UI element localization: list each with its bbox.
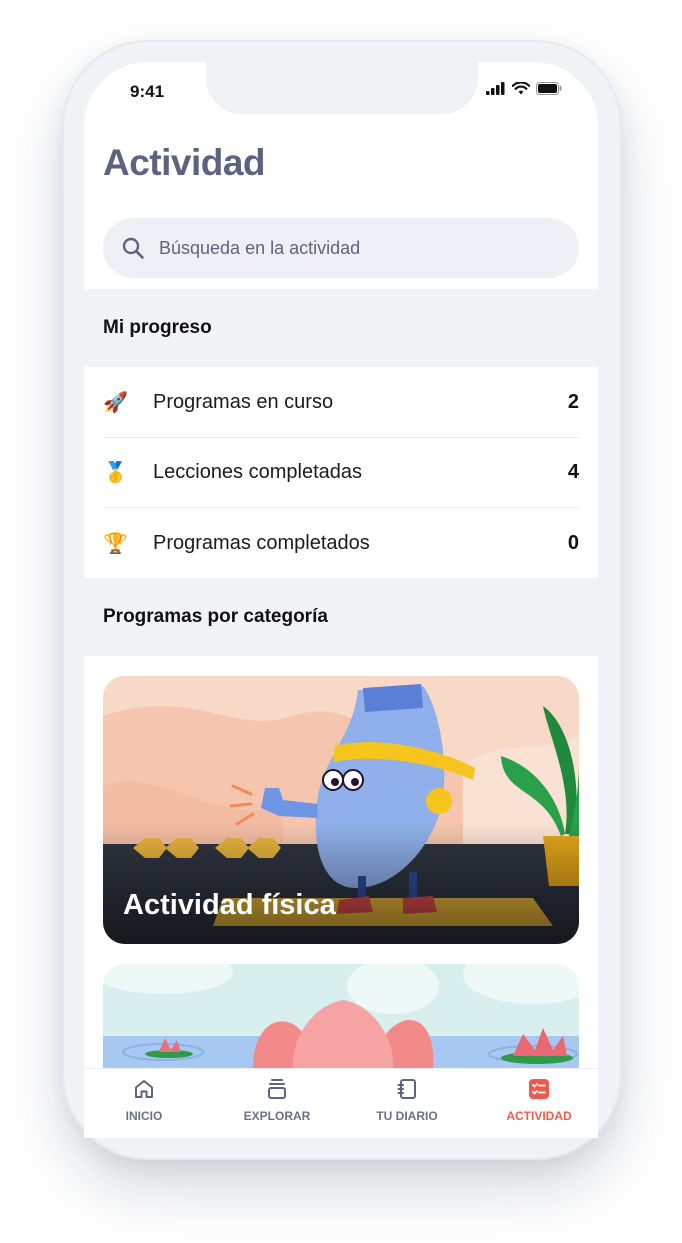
tab-label: TU DIARIO [376, 1109, 438, 1123]
stat-row-programs-in-progress[interactable]: 🚀 Programas en curso 2 [103, 368, 579, 438]
progress-section-header: Mi progreso [84, 289, 598, 367]
trophy-icon: 🏆 [103, 532, 128, 555]
home-icon [135, 1080, 153, 1098]
page-title: Actividad [103, 142, 266, 183]
stat-value: 0 [567, 531, 579, 554]
checklist-icon [529, 1079, 549, 1099]
battery-icon [536, 82, 562, 95]
tab-actividad[interactable]: ACTIVIDAD [484, 1077, 594, 1123]
stat-row-lessons-completed[interactable]: 🥇 Lecciones completadas 4 [103, 438, 579, 508]
search-icon [122, 237, 144, 259]
notch [206, 62, 478, 114]
category-card-title: Actividad física [123, 889, 336, 921]
tab-label: EXPLORAR [243, 1109, 311, 1123]
category-card-physical-activity[interactable]: Actividad física [103, 676, 579, 944]
journal-icon [397, 1079, 416, 1099]
categories-section-header: Programas por categoría [84, 578, 598, 656]
stat-label: Programas en curso [153, 391, 334, 413]
tab-inicio[interactable]: INICIO [89, 1077, 199, 1123]
tab-label: ACTIVIDAD [506, 1109, 572, 1123]
stack-icon [268, 1079, 286, 1099]
stat-label: Lecciones completadas [153, 461, 363, 483]
rocket-icon: 🚀 [103, 392, 128, 414]
bottom-tab-bar: INICIO EXPLORAR TU DIARIO ACTIVIDAD [84, 1068, 598, 1138]
tab-tu-diario[interactable]: TU DIARIO [352, 1077, 462, 1123]
medal-icon: 🥇 [103, 462, 128, 484]
stat-value: 4 [567, 461, 579, 483]
search-placeholder: Búsqueda en la actividad [159, 237, 361, 258]
stat-row-programs-completed[interactable]: 🏆 Programas completados 0 [103, 508, 579, 578]
wifi-icon [512, 82, 530, 95]
tab-label: INICIO [125, 1109, 163, 1123]
cellular-signal-icon [486, 82, 505, 95]
lotus-illustration [103, 964, 579, 1068]
status-icons [486, 82, 562, 95]
stat-label: Programas completados [153, 531, 370, 554]
stat-value: 2 [567, 391, 579, 413]
search-input[interactable]: Búsqueda en la actividad [103, 218, 579, 278]
category-card-mindfulness[interactable] [103, 964, 579, 1068]
status-time: 9:41 [130, 82, 165, 101]
tab-explorar[interactable]: EXPLORAR [222, 1077, 332, 1123]
